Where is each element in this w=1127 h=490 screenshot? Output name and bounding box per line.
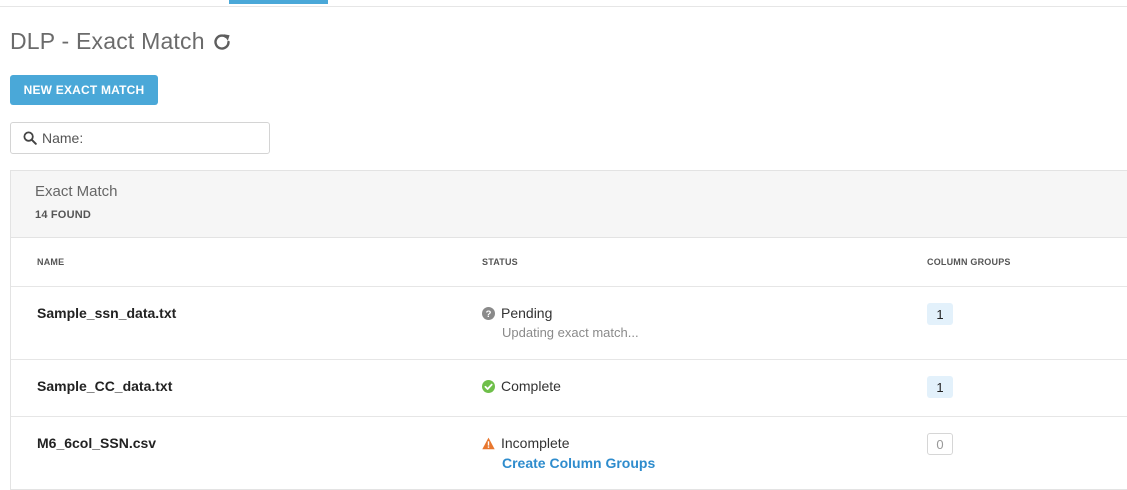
search-icon: [23, 131, 37, 145]
column-groups-count[interactable]: 1: [927, 303, 953, 325]
row-status: Incomplete Create Column Groups: [482, 435, 655, 471]
active-tab-indicator[interactable]: [229, 0, 328, 4]
new-exact-match-button[interactable]: NEW EXACT MATCH: [10, 75, 158, 105]
column-groups-count[interactable]: 0: [927, 433, 953, 455]
table-header: NAME STATUS COLUMN GROUPS: [11, 238, 1127, 287]
panel-title: Exact Match: [35, 183, 118, 200]
column-header-name[interactable]: NAME: [37, 257, 64, 267]
panel-header: Exact Match 14 FOUND: [11, 171, 1127, 238]
status-label: Pending: [501, 305, 553, 321]
page-title: DLP - Exact Match: [10, 28, 205, 54]
row-name[interactable]: M6_6col_SSN.csv: [37, 435, 156, 451]
row-status: ? Pending Updating exact match...: [482, 305, 639, 340]
check-circle-icon: [482, 379, 495, 393]
column-header-column-groups[interactable]: COLUMN GROUPS: [927, 257, 1011, 267]
search-box: [10, 122, 270, 154]
page-header: DLP - Exact Match: [10, 28, 233, 55]
row-name[interactable]: Sample_CC_data.txt: [37, 378, 172, 394]
table-row[interactable]: Sample_CC_data.txt Complete 1: [11, 360, 1127, 417]
row-status: Complete: [482, 378, 561, 394]
status-detail: Updating exact match...: [502, 325, 639, 340]
column-header-status[interactable]: STATUS: [482, 257, 518, 267]
column-groups-count[interactable]: 1: [927, 376, 953, 398]
status-label: Incomplete: [501, 435, 570, 451]
table-row[interactable]: M6_6col_SSN.csv Incomplete Create Column…: [11, 417, 1127, 489]
status-label: Complete: [501, 378, 561, 394]
results-count: 14 FOUND: [35, 209, 91, 221]
row-name[interactable]: Sample_ssn_data.txt: [37, 305, 176, 321]
search-input[interactable]: [42, 130, 242, 146]
exact-match-panel: Exact Match 14 FOUND NAME STATUS COLUMN …: [10, 170, 1127, 490]
help-circle-icon: ?: [482, 306, 495, 320]
refresh-icon[interactable]: [211, 31, 233, 53]
warning-icon: [482, 437, 495, 450]
top-tab-bar: [0, 0, 1127, 7]
svg-text:?: ?: [486, 309, 492, 320]
create-column-groups-link[interactable]: Create Column Groups: [502, 455, 655, 471]
table-row[interactable]: Sample_ssn_data.txt ? Pending Updating e…: [11, 287, 1127, 360]
